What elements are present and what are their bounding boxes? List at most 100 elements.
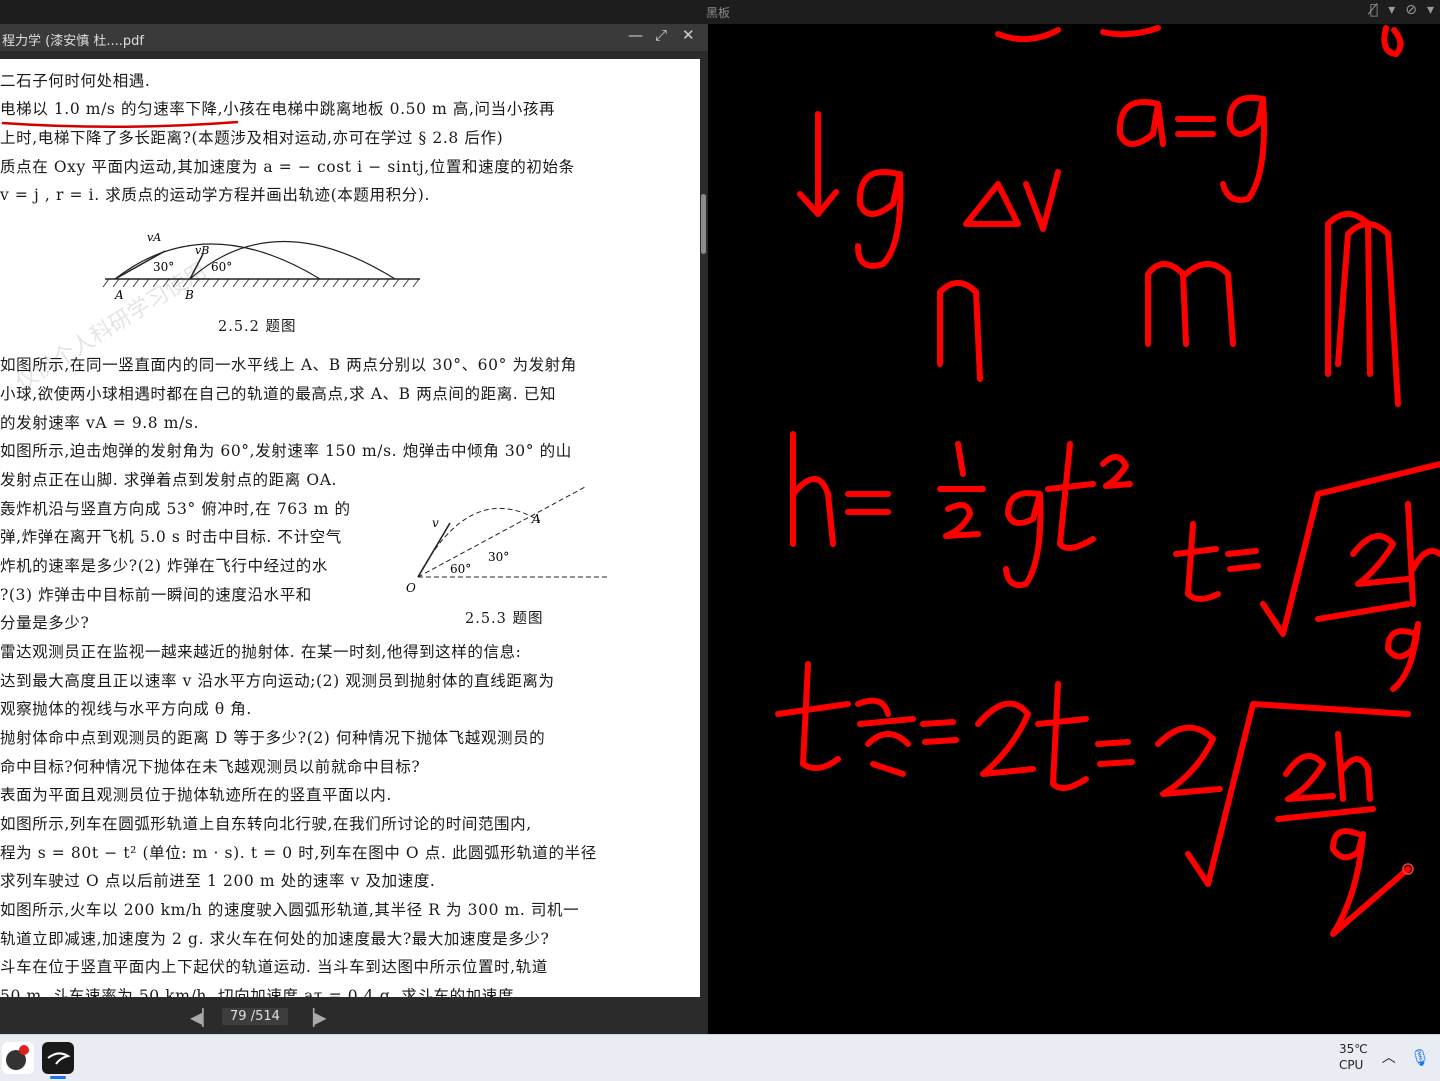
text-line: 小球,欲使两小球相遇时都在自己的轨道的最高点,求 A、B 两点间的距离. 已知 [0, 385, 557, 403]
chevron-down-icon[interactable]: ▾ [1427, 2, 1434, 18]
stroke-delta [963, 181, 1021, 227]
stroke-equals4 [920, 719, 959, 745]
stroke-t4 [1035, 681, 1089, 791]
stroke-half [937, 441, 986, 539]
cpu-label: CPU [1338, 1058, 1364, 1072]
text-line: 轰炸机沿与竖直方向成 53° 俯冲时,在 763 m 的 [0, 500, 351, 518]
text-line: 雷达观测员正在监视一越来越近的抛射体. 在某一时刻,他得到这样的信息: [0, 643, 522, 661]
text-line: 分量是多少? [0, 614, 90, 632]
scrollbar-thumb[interactable] [701, 194, 706, 254]
text-line: ?(3) 炸弹击中目标前一瞬间的速度沿水平和 [0, 586, 312, 604]
chevron-up-icon[interactable]: ︿ [1382, 1047, 1396, 1067]
stroke-g3 [1003, 490, 1044, 588]
mic-muted-icon[interactable]: 🎙̸ [1370, 2, 1378, 18]
active-indicator [50, 1076, 66, 1079]
stroke-2c [1155, 724, 1223, 797]
top-icons: 🎙̸ ▾ ⊘ ▾ [1370, 2, 1434, 18]
taskbar: 35℃ CPU ︿ 🎙 [0, 1034, 1440, 1081]
stroke-frac [1315, 601, 1411, 622]
text-line: 50 m, 斗车速率为 50 km/h, 切向加速度 aτ = 0.4 g. 求… [0, 987, 520, 997]
text-line: 观察抛体的视线与水平方向成 θ 角. [0, 700, 252, 718]
stroke-g2 [1220, 94, 1267, 203]
text-line: 轨道立即减速,加速度为 2 g. 求火车在何处的加速度最大?最大加速度是多少? [0, 930, 550, 948]
system-tray: 35℃ CPU ︿ 🎙 [1339, 1041, 1430, 1073]
app-icon-whiteboard[interactable] [42, 1042, 74, 1074]
stroke-sqrt [1260, 461, 1440, 637]
page-total: /514 [250, 1009, 280, 1024]
next-page-icon[interactable]: ▕▶ [302, 1008, 327, 1027]
label-vb: vB [195, 244, 209, 257]
camera-off-icon[interactable]: ⊘ [1405, 2, 1417, 18]
text-line: 如图所示,迫击炮弹的发射角为 60°,发射速率 150 m/s. 炮弹击中倾角 … [0, 442, 572, 460]
stroke-arch2 [1145, 261, 1236, 347]
text-line: 发射点正在山脚. 求弹着点到发射点的距离 OA. [0, 471, 338, 489]
pdf-viewer-window: 程力学 (漆安慎 杜....pdf — ⤢ ✕ 仅供个人科研学习使用 二石子何时… [0, 24, 708, 1034]
text-line: 电梯以 1.0 m/s 的匀速率下降,小孩在电梯中跳离地板 0.50 m 高,问… [0, 100, 556, 118]
stroke-a [1116, 99, 1166, 147]
stroke-arch1 [937, 280, 983, 382]
label-va: vA [147, 231, 161, 244]
label-a: A [531, 512, 541, 526]
figure-2-5-2: vA vB 30° 60° A B [102, 231, 420, 302]
cpu-temp: 35℃ [1338, 1042, 1368, 1056]
text-line: 炸机的速率是多少?(2) 炸弹在飞行中经过的水 [0, 557, 328, 575]
label-v: v [432, 516, 439, 530]
text-line: 质点在 Oxy 平面内运动,其加速度为 a = − cost i − sintj… [0, 158, 575, 176]
text-line: 命中目标?何种情况下抛体在未飞越观测员以前就命中目标? [0, 758, 421, 776]
app-icon-record[interactable] [2, 1042, 34, 1074]
stroke-top-o [1381, 25, 1404, 57]
stroke-h [790, 431, 836, 547]
chevron-down-icon[interactable]: ▾ [1388, 2, 1395, 18]
text-line: v = j , r = i. 求质点的运动学方程并画出轨迹(本题用积分). [0, 186, 430, 204]
cpu-temp-widget[interactable]: 35℃ CPU [1339, 1041, 1368, 1073]
label-60: 60° [450, 562, 471, 576]
text-line: 达到最大高度且正以速率 v 沿水平方向运动;(2) 观测员到抛射体的直线距离为 [0, 672, 555, 690]
board-title: 黑板 [706, 6, 731, 20]
expand-icon[interactable]: ⤢ [655, 26, 667, 44]
prev-page-icon[interactable]: ◀▏ [190, 1008, 215, 1027]
stroke-arrow-down [797, 111, 839, 217]
text-line: 如图所示,在同一竖直面内的同一水平线上 A、B 两点分别以 30°、60° 为发… [0, 356, 577, 374]
minimize-icon[interactable]: — [628, 26, 643, 44]
handwriting [775, 25, 1440, 937]
label-o: O [406, 581, 416, 595]
pdf-title: 程力学 (漆安慎 杜....pdf [2, 34, 144, 49]
stroke-t [1045, 441, 1096, 551]
stroke-equals [1175, 116, 1216, 137]
stroke-equals5 [1095, 739, 1135, 767]
stroke-h3 [1335, 731, 1373, 802]
text-line: 上时,电梯下降了多长距离?(本题涉及相对运动,亦可在学过 § 2.8 后作) [0, 129, 504, 147]
page-indicator[interactable]: 79 /514 [222, 1008, 288, 1025]
stroke-frac2 [1275, 806, 1376, 822]
stroke-t2 [1173, 521, 1221, 602]
close-icon[interactable]: ✕ [682, 26, 695, 44]
stroke-equals3 [1225, 548, 1261, 572]
page-navigation: ◀▏ 79 /514 ▕▶ [0, 1002, 708, 1034]
stroke-g [855, 169, 904, 269]
top-strip: 黑板 🎙̸ ▾ ⊘ ▾ [0, 0, 1440, 24]
label-30: 30° [153, 260, 174, 274]
text-line: 弹,炸弹在离开飞机 5.0 s 时击中目标. 不计空气 [0, 528, 342, 546]
text-line: 如图所示,火车以 200 km/h 的速度驶入圆弧形轨道,其半径 R 为 300… [0, 901, 580, 919]
figure-caption: 2.5.2 题图 [218, 319, 297, 335]
label-a: A [114, 288, 124, 302]
stroke-luo [855, 697, 916, 777]
text-line: 的发射速率 vA = 9.8 m/s. [0, 414, 199, 432]
text-line: 二石子何时何处相遇. [0, 72, 151, 90]
blackboard[interactable] [708, 24, 1440, 1034]
microphone-icon[interactable]: 🎙 [1410, 1048, 1430, 1067]
page-current[interactable]: 79 [230, 1009, 247, 1024]
stroke-sq [1100, 454, 1133, 489]
text-line: 抛射体命中点到观测员的距离 D 等于多少?(2) 何种情况下抛体飞越观测员的 [0, 729, 546, 747]
label-30: 30° [488, 550, 509, 564]
figure-caption: 2.5.3 题图 [465, 611, 544, 627]
stroke-arch3 [1325, 211, 1401, 407]
stroke-h2 [1405, 501, 1440, 607]
stroke-t3 [775, 661, 851, 771]
stroke-2 [1350, 533, 1411, 587]
stroke-2b [975, 700, 1036, 777]
stroke-equals2 [845, 491, 891, 515]
pdf-titlebar: 程力学 (漆安慎 杜....pdf — ⤢ ✕ [0, 24, 708, 51]
pdf-page: 仅供个人科研学习使用 二石子何时何处相遇. 电梯以 1.0 m/s 的匀速率下降… [0, 59, 700, 997]
text-line: 程为 s = 80t − t² (单位: m · s). t = 0 时,列车在… [0, 844, 597, 862]
